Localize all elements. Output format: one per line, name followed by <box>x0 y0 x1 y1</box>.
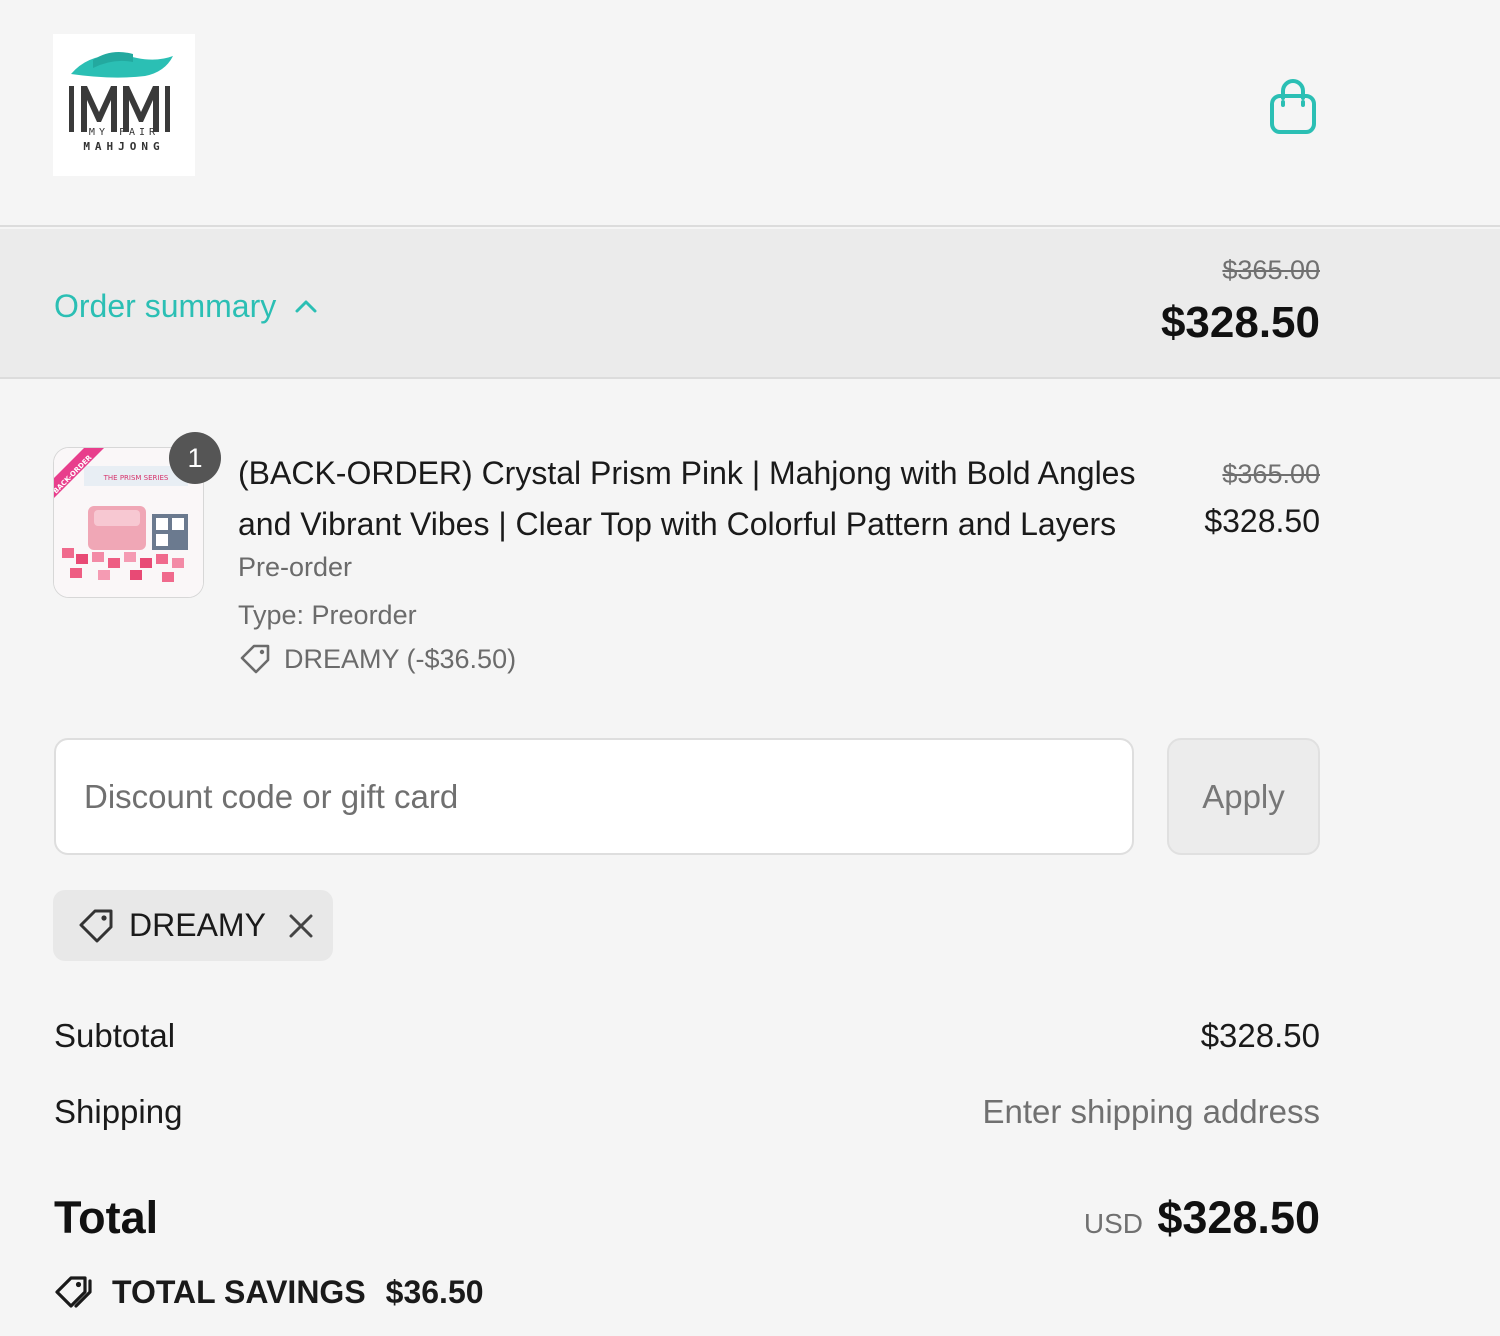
logo-text-top: MY FAIR <box>89 127 159 138</box>
quantity-badge: 1 <box>169 432 221 484</box>
savings-tag-icon <box>55 1276 92 1308</box>
tag-icon <box>79 909 113 942</box>
shipping-label: Shipping <box>54 1093 183 1130</box>
total-savings-label: TOTAL SAVINGS <box>112 1273 366 1310</box>
item-price: $328.50 <box>1204 503 1320 539</box>
applied-discount-code: DREAMY <box>129 907 266 943</box>
close-icon <box>289 914 313 937</box>
item-original-price: $365.00 <box>1222 459 1320 489</box>
shipping-value: Enter shipping address <box>982 1093 1320 1130</box>
apply-button[interactable]: Apply <box>1167 738 1320 855</box>
item-discount: DREAMY (-$36.50) <box>238 643 516 675</box>
product-variant: Pre-order <box>238 552 353 582</box>
thumbnail-banner: THE PRISM SERIES <box>103 474 169 482</box>
remove-discount-button[interactable] <box>286 911 316 941</box>
total-label: Total <box>54 1192 159 1243</box>
total-currency: USD <box>1083 1208 1143 1239</box>
chevron-up-icon <box>295 300 317 313</box>
store-logo[interactable]: MY FAIR MAHJONG <box>53 34 195 176</box>
summary-original-total: $365.00 <box>1222 255 1320 285</box>
discount-code-input[interactable] <box>54 738 1134 855</box>
summary-total: $328.50 <box>1160 298 1320 347</box>
product-type: Type: Preorder <box>238 600 417 630</box>
logo-mark: MY FAIR MAHJONG <box>69 52 173 153</box>
logo-text-bottom: MAHJONG <box>83 140 164 153</box>
cart-button[interactable] <box>1266 78 1320 136</box>
applied-discount-chip: DREAMY <box>53 890 333 961</box>
item-discount-label: DREAMY (-$36.50) <box>284 643 517 674</box>
order-summary-label: Order summary <box>54 287 277 324</box>
total-value: $328.50 <box>1157 1192 1320 1243</box>
product-title: (BACK-ORDER) Crystal Prism Pink | Mahjon… <box>238 455 1136 542</box>
tag-icon <box>240 644 270 674</box>
total-savings: TOTAL SAVINGS $36.50 <box>54 1273 484 1311</box>
order-summary-toggle[interactable]: Order summary <box>54 284 318 328</box>
shopping-bag-icon <box>1270 79 1316 134</box>
subtotal-label: Subtotal <box>54 1017 176 1054</box>
total-savings-value: $36.50 <box>385 1273 484 1310</box>
subtotal-value: $328.50 <box>1200 1017 1320 1054</box>
